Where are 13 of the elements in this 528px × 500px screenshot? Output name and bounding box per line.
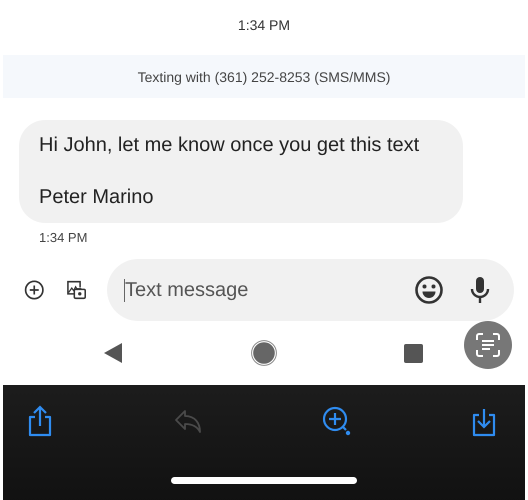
microphone-icon[interactable] [468, 275, 492, 305]
message-bubble: Hi John, let me know once you get this text Peter Marino [19, 120, 463, 223]
back-icon[interactable] [103, 342, 123, 364]
scan-text-icon [475, 332, 501, 358]
scan-text-button[interactable] [464, 321, 512, 369]
banner-text: Texting with (361) 252-8253 (SMS/MMS) [138, 68, 390, 84]
emoji-icon[interactable] [414, 275, 444, 305]
home-icon[interactable] [250, 340, 276, 366]
message-field[interactable]: Text message [124, 278, 390, 302]
recents-icon[interactable] [404, 344, 423, 362]
zoom-in-icon[interactable] [321, 405, 353, 437]
message-time: 1:34 PM [39, 230, 88, 245]
conversation-time: 1:34 PM [238, 16, 290, 34]
